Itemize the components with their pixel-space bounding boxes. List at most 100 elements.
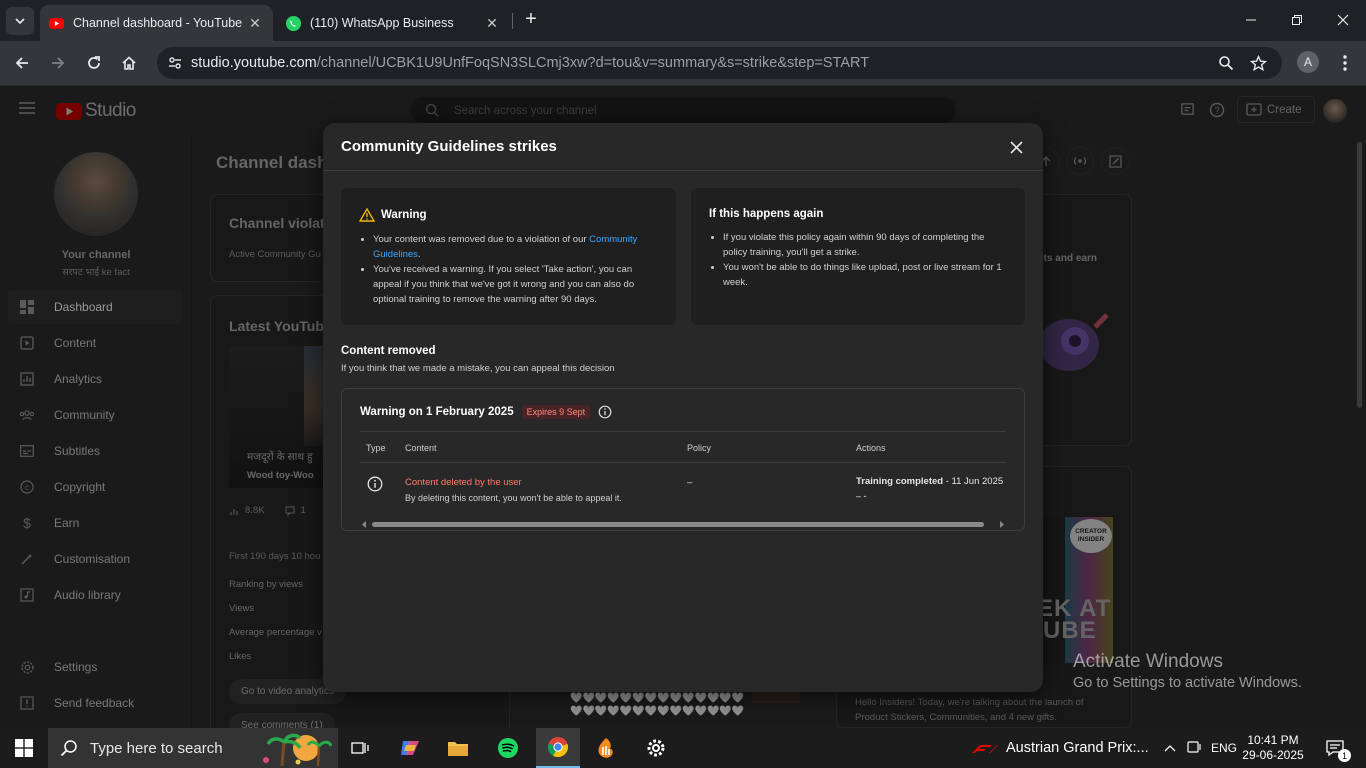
community-guidelines-strikes-dialog: Community Guidelines strikes Warning You… bbox=[323, 123, 1043, 692]
zoom-icon[interactable] bbox=[1214, 52, 1238, 74]
chevron-up-icon bbox=[1164, 745, 1176, 752]
taskbar-copilot[interactable] bbox=[392, 728, 428, 768]
minimize-icon bbox=[1246, 19, 1256, 21]
back-button[interactable] bbox=[7, 48, 37, 78]
news-text: Austrian Grand Prix:... bbox=[1006, 740, 1149, 756]
minimize-button[interactable] bbox=[1228, 6, 1274, 34]
tab-search-button[interactable] bbox=[6, 7, 34, 35]
browser-toolbar: studio.youtube.com/channel/UCBK1U9UnfFoq… bbox=[0, 41, 1366, 86]
show-hidden-icons-button[interactable] bbox=[1160, 728, 1180, 768]
warning-triangle-icon bbox=[359, 208, 375, 222]
action-status: Training completed - 11 Jun 2025 ( bbox=[856, 476, 1006, 487]
new-tab-button[interactable]: + bbox=[520, 8, 542, 30]
action-line-2: – - bbox=[856, 491, 867, 501]
action-date: - 11 Jun 2025 ( bbox=[943, 476, 1006, 487]
warning-date-title: Warning on 1 February 2025 bbox=[360, 406, 514, 418]
clock-time: 10:41 PM bbox=[1247, 733, 1299, 747]
column-header-type: Type bbox=[366, 443, 386, 453]
browser-menu-button[interactable] bbox=[1330, 48, 1360, 78]
start-button[interactable] bbox=[0, 728, 48, 768]
content-subtitle: By deleting this content, you won't be a… bbox=[405, 493, 622, 503]
scrollbar-thumb[interactable] bbox=[372, 522, 984, 527]
restore-button[interactable] bbox=[1274, 6, 1320, 34]
address-bar[interactable]: studio.youtube.com/channel/UCBK1U9UnfFoq… bbox=[157, 47, 1282, 79]
action-bold: Training completed bbox=[856, 476, 944, 487]
home-button[interactable] bbox=[114, 48, 144, 78]
info-icon[interactable] bbox=[598, 405, 612, 419]
more-vertical-icon bbox=[1343, 55, 1347, 71]
taskbar-chrome[interactable] bbox=[536, 728, 580, 768]
tab-divider bbox=[512, 13, 513, 29]
taskbar-file-explorer[interactable] bbox=[440, 728, 476, 768]
notification-center-button[interactable]: 1 bbox=[1318, 728, 1352, 768]
taskbar-fl-studio[interactable] bbox=[588, 728, 624, 768]
taskbar-search-input[interactable]: Type here to search bbox=[48, 728, 338, 768]
tab-whatsapp[interactable]: (110) WhatsApp Business ✕ bbox=[277, 5, 510, 41]
activate-windows-watermark: Activate Windows Go to Settings to activ… bbox=[1073, 651, 1302, 691]
close-tab-icon[interactable]: ✕ bbox=[482, 13, 502, 33]
tab-youtube-studio[interactable]: Channel dashboard - YouTube S ✕ bbox=[40, 5, 273, 41]
reload-button[interactable] bbox=[79, 48, 109, 78]
table-divider bbox=[360, 462, 1006, 463]
content-removed-heading: Content removed bbox=[341, 345, 436, 357]
clock-date: 29-06-2025 bbox=[1242, 748, 1304, 762]
chrome-icon bbox=[547, 737, 568, 758]
task-view-icon bbox=[351, 742, 369, 754]
spotify-icon bbox=[498, 738, 518, 758]
reload-icon bbox=[88, 56, 100, 69]
chevron-down-icon bbox=[15, 18, 25, 25]
display-icon bbox=[1187, 741, 1201, 753]
windows-logo-icon bbox=[15, 739, 33, 757]
youtube-icon bbox=[48, 17, 65, 29]
bullet-text: Your content was removed due to a violat… bbox=[373, 234, 590, 245]
close-tab-icon[interactable]: ✕ bbox=[245, 13, 265, 33]
task-view-button[interactable] bbox=[344, 728, 376, 768]
warning-card-header: Warning on 1 February 2025 Expires 9 Sep… bbox=[360, 405, 612, 419]
again-bullet: You won't be able to do things like uplo… bbox=[723, 260, 1007, 290]
table-divider bbox=[360, 431, 1006, 432]
close-icon bbox=[1337, 14, 1349, 26]
taskbar-spotify[interactable] bbox=[490, 728, 526, 768]
f1-logo-icon bbox=[972, 745, 998, 753]
watermark-line-2: Go to Settings to activate Windows. bbox=[1073, 675, 1302, 691]
content-removed-subtitle: If you think that we made a mistake, you… bbox=[341, 363, 615, 374]
column-header-content: Content bbox=[405, 443, 437, 453]
dialog-header: Community Guidelines strikes bbox=[323, 123, 1043, 171]
taskbar-search-placeholder: Type here to search bbox=[90, 739, 223, 757]
warning-bullet: You've received a warning. If you select… bbox=[373, 262, 658, 307]
search-icon bbox=[60, 740, 77, 757]
url-host: studio.youtube.com bbox=[191, 55, 317, 71]
home-icon bbox=[122, 56, 136, 70]
browser-profile-avatar[interactable]: A bbox=[1297, 51, 1319, 73]
bullet-text: . bbox=[417, 249, 421, 260]
folder-icon bbox=[448, 742, 468, 756]
content-title: Content deleted by the user bbox=[405, 477, 522, 488]
close-window-button[interactable] bbox=[1320, 6, 1366, 34]
site-info-icon[interactable] bbox=[159, 47, 191, 79]
taskbar-news-widget[interactable]: Austrian Grand Prix:... bbox=[972, 728, 1152, 768]
policy-value: – bbox=[687, 477, 693, 488]
language-indicator[interactable]: ENG bbox=[1208, 728, 1240, 768]
tray-device-icon[interactable] bbox=[1184, 728, 1206, 768]
notification-badge: 1 bbox=[1338, 749, 1351, 762]
expires-badge: Expires 9 Sept bbox=[521, 405, 591, 419]
tab-title: Channel dashboard - YouTube S bbox=[73, 16, 245, 30]
arrow-left-icon bbox=[15, 57, 28, 69]
if-this-happens-again-box: If this happens again If you violate thi… bbox=[691, 188, 1025, 325]
close-icon bbox=[1009, 140, 1023, 154]
again-bullet: If you violate this policy again within … bbox=[723, 230, 1007, 260]
column-header-policy: Policy bbox=[687, 443, 712, 453]
restore-icon bbox=[1292, 15, 1302, 25]
forward-button[interactable] bbox=[43, 48, 73, 78]
scroll-right-icon[interactable] bbox=[999, 521, 1004, 528]
warning-list: Your content was removed due to a violat… bbox=[359, 232, 658, 307]
table-horizontal-scrollbar[interactable] bbox=[360, 520, 1006, 528]
arrow-right-icon bbox=[52, 57, 65, 69]
scroll-left-icon[interactable] bbox=[362, 521, 367, 528]
taskbar-settings[interactable] bbox=[636, 728, 676, 768]
warning-detail-card: Warning on 1 February 2025 Expires 9 Sep… bbox=[341, 388, 1025, 531]
bookmark-star-icon[interactable] bbox=[1246, 52, 1270, 74]
warning-heading: Warning bbox=[359, 208, 658, 222]
close-dialog-button[interactable] bbox=[1005, 136, 1027, 158]
taskbar-clock[interactable]: 10:41 PM 29-06-2025 bbox=[1242, 728, 1304, 768]
